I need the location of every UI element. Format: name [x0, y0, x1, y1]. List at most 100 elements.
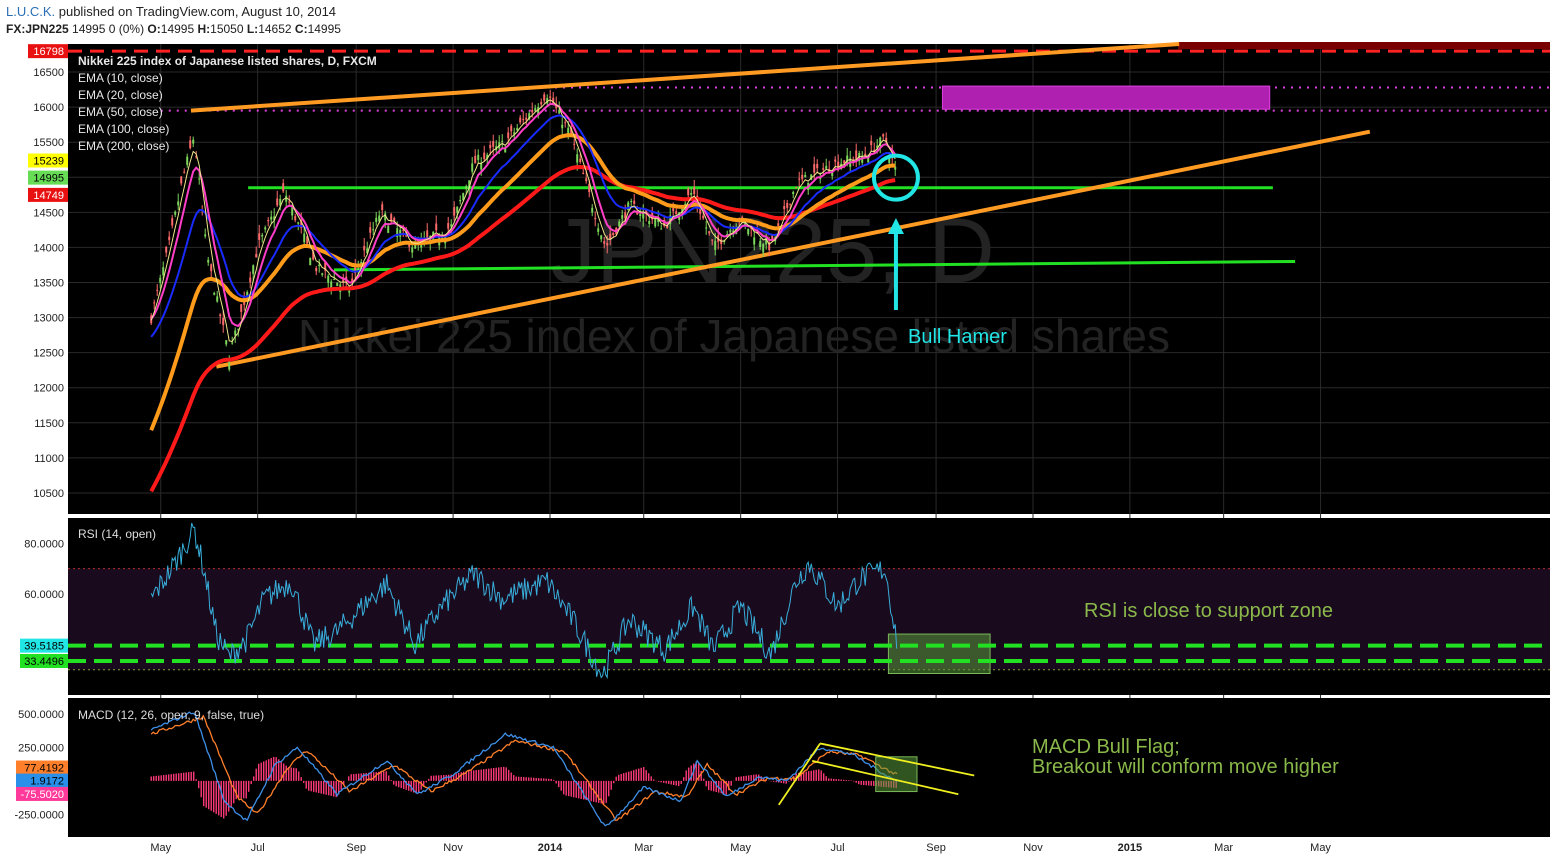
- candle-body: [258, 233, 261, 240]
- candle-body: [786, 202, 789, 208]
- price-tick-label: 14000: [33, 242, 64, 254]
- candle-body: [693, 187, 696, 195]
- candle-body: [672, 208, 675, 212]
- candle-body: [690, 192, 693, 195]
- price-axis-label: 15239: [33, 156, 64, 168]
- low-label: L:: [243, 22, 259, 36]
- ema-legend: EMA (10, close) EMA (20, close) EMA (50, c…: [78, 71, 169, 153]
- candle-body: [771, 235, 774, 240]
- symbol-label: FX:JPN225: [6, 22, 69, 36]
- open-label: O:: [147, 22, 161, 36]
- price-tick-label: 12500: [33, 348, 64, 360]
- candle-body: [381, 204, 384, 211]
- high-label: H:: [194, 22, 211, 36]
- open-value: 14995: [160, 22, 195, 36]
- time-tick-label: Nov: [1023, 842, 1043, 854]
- candle-body: [582, 172, 585, 175]
- candle-body: [711, 239, 714, 241]
- candle-body: [777, 223, 780, 226]
- time-tick-label: 2015: [1118, 842, 1142, 854]
- candle-body: [789, 203, 792, 205]
- candle-body: [792, 191, 795, 195]
- candle-body: [252, 265, 255, 274]
- time-tick-label: Jul: [831, 842, 845, 854]
- candle-body: [213, 292, 216, 295]
- rsi-support-box: [887, 633, 991, 675]
- candle-body: [171, 218, 174, 226]
- price-tick-label: 14500: [33, 207, 64, 219]
- candle-body: [270, 216, 273, 220]
- magenta-zone: [941, 85, 1271, 110]
- candle-body: [174, 211, 177, 215]
- candle-body: [267, 220, 270, 222]
- candle-body: [510, 125, 513, 132]
- author-link[interactable]: L.U.C.K.: [6, 4, 55, 19]
- candle-body: [870, 140, 873, 146]
- price-tick-label: 11500: [34, 418, 64, 430]
- candle-body: [654, 219, 657, 227]
- candle-body: [708, 231, 711, 234]
- candle-body: [492, 141, 495, 147]
- candle-body: [183, 171, 186, 173]
- legend-entry: EMA (50, close): [78, 105, 163, 119]
- chart-header: L.U.C.K. published on TradingView.com, A…: [0, 0, 1556, 42]
- legend-entry: EMA (200, close): [78, 139, 169, 153]
- price-tick-label: 12000: [33, 383, 64, 395]
- candle-body: [315, 268, 318, 272]
- candle-body: [288, 201, 291, 203]
- chart-title: Nikkei 225 index of Japanese listed shar…: [78, 54, 377, 68]
- price-axis-label: 14995: [33, 173, 64, 185]
- time-tick-label: May: [150, 842, 171, 854]
- price-tick-label: 16500: [33, 67, 64, 79]
- price-axis-label: 16798: [33, 46, 64, 58]
- macd-axis-label: -75.5020: [21, 789, 64, 801]
- chart-canvas[interactable]: 10500 11000 11500 12000 12500 13000 13500 14000…: [0, 42, 1556, 867]
- candle-body: [639, 214, 642, 216]
- candle-body: [333, 279, 336, 281]
- candle-body: [309, 258, 312, 266]
- candle-body: [534, 108, 537, 111]
- candle-body: [540, 101, 543, 105]
- candle-body: [576, 154, 579, 163]
- candle-body: [357, 268, 360, 270]
- candle-body: [465, 186, 468, 190]
- candle-body: [648, 221, 651, 224]
- candle-body: [282, 183, 285, 192]
- candle-body: [483, 152, 486, 160]
- candle-body: [573, 143, 576, 145]
- close-value: 14995: [307, 22, 341, 36]
- published-text: published on TradingView.com, August 10,…: [55, 4, 337, 19]
- candle-body: [435, 223, 438, 231]
- candle-body: [543, 94, 546, 101]
- watermark-name: Nikkei 225 index of Japanese listed shar…: [298, 310, 1170, 362]
- time-tick-label: Sep: [926, 842, 946, 854]
- candle-body: [705, 227, 708, 229]
- candle-body: [660, 228, 663, 230]
- time-tick-label: Sep: [346, 842, 366, 854]
- price-axis-label: 14749: [33, 190, 64, 202]
- resistance-zone: [1178, 42, 1550, 50]
- candle-body: [318, 264, 321, 267]
- macd-note-line2: Breakout will conform move higher: [1032, 756, 1339, 778]
- candle-body: [159, 277, 162, 283]
- candle-body: [561, 124, 564, 129]
- candle-body: [687, 188, 690, 196]
- candle-body: [621, 215, 624, 219]
- candle-body: [798, 178, 801, 180]
- candle-body: [813, 164, 816, 173]
- candle-body: [864, 153, 867, 156]
- candle-body: [747, 228, 750, 235]
- candle-body: [630, 200, 633, 202]
- candle-body: [216, 296, 219, 302]
- candle-body: [297, 222, 300, 224]
- legend-entry: EMA (100, close): [78, 122, 169, 136]
- candle-body: [261, 235, 264, 237]
- candle-body: [633, 200, 636, 205]
- bull-hammer-label: Bull Hamer: [908, 326, 1007, 348]
- candle-body: [321, 273, 324, 275]
- candle-body: [675, 211, 678, 215]
- time-tick-label: Nov: [443, 842, 463, 854]
- macd-tick-label: 250.0000: [18, 742, 64, 754]
- candle-body: [447, 223, 450, 229]
- candle-body: [783, 206, 786, 210]
